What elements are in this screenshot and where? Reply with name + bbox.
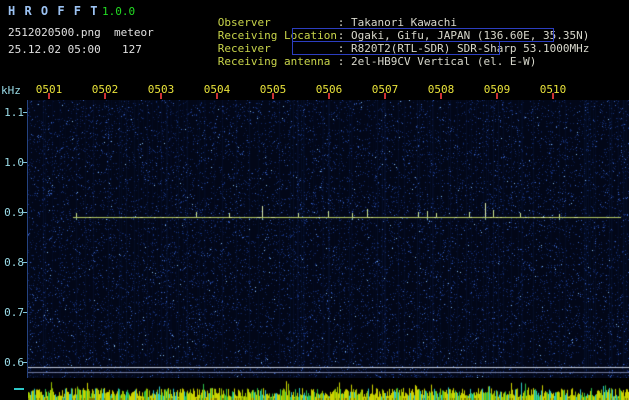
x-tick-mark (216, 93, 218, 99)
x-tick-mark (496, 93, 498, 99)
x-tick-mark (552, 93, 554, 99)
info-label: Observer (217, 16, 271, 29)
y-axis-label: 0.9 (4, 206, 24, 219)
app-version: 1.0.0 (102, 5, 136, 18)
x-tick-mark (440, 93, 442, 99)
x-tick-mark (272, 93, 274, 99)
y-axis-unit: kHz (1, 84, 21, 97)
spectrogram-canvas (28, 100, 629, 378)
info-value: : 2el-HB9CV Vertical (el. E-W) (337, 55, 537, 68)
x-tick-mark (328, 93, 330, 99)
y-axis-label: 0.8 (4, 256, 24, 269)
output-filename: 2512020500.png (8, 26, 101, 39)
app-title: H R O F F T (8, 4, 99, 18)
activity-strip-canvas (28, 380, 629, 400)
x-tick-mark (384, 93, 386, 99)
x-tick-mark (104, 93, 106, 99)
info-row: Observer : Takanori Kawachi (178, 3, 626, 29)
strip-scale-tick (14, 388, 24, 390)
echo-count: 127 (122, 43, 142, 56)
x-tick-mark (48, 93, 50, 99)
mode-label: meteor (114, 26, 154, 39)
info-label: Receiving antenna (217, 55, 331, 68)
y-axis-label: 0.7 (4, 306, 24, 319)
hrofft-screen: H R O F F T 1.0.0 2512020500.png meteor … (0, 0, 629, 400)
station-info-block: Observer : Takanori Kawachi Receiving Loc… (178, 3, 626, 68)
y-axis-label: 1.1 (4, 106, 24, 119)
info-value: : R820T2(RTL-SDR) SDR-Sharp 53.1000MHz (337, 42, 590, 55)
y-axis-label: 0.6 (4, 356, 24, 369)
x-tick-mark (160, 93, 162, 99)
info-value: : Takanori Kawachi (337, 16, 457, 29)
info-label: Receiving Location (217, 29, 337, 42)
info-label: Receiver (217, 42, 271, 55)
y-axis-label: 1.0 (4, 156, 24, 169)
info-value: : Ogaki, Gifu, JAPAN (136.60E, 35.35N) (337, 29, 590, 42)
observation-datetime: 25.12.02 05:00 (8, 43, 101, 56)
